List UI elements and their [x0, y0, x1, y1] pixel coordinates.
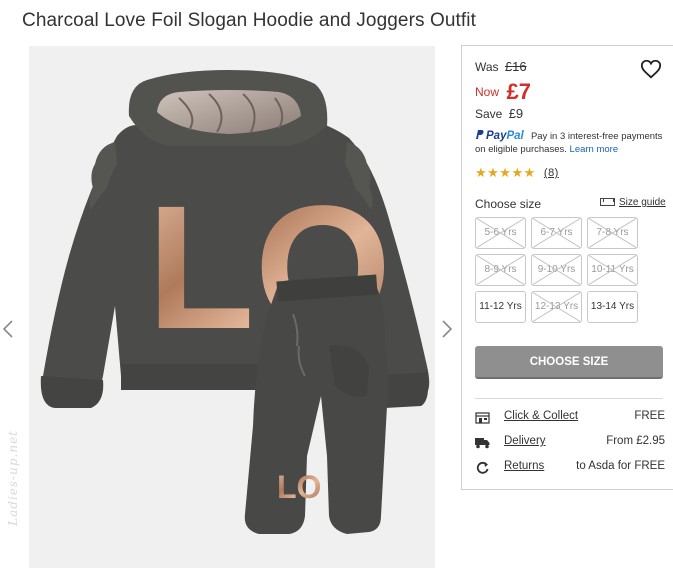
paypal-banner: PayPal Pay in 3 interest-free payments o… [475, 129, 670, 156]
wishlist-button[interactable] [640, 58, 662, 80]
size-option-13-14[interactable]: 13-14 Yrs [587, 291, 638, 323]
paypal-learn-more-link[interactable]: Learn more [570, 144, 619, 155]
was-price: Was £16 [475, 59, 527, 74]
unavailable-cross-icon [532, 255, 581, 285]
size-guide-link[interactable]: Size guide [600, 197, 666, 208]
heart-icon [640, 59, 662, 79]
returns-value: to Asda for FREE [576, 460, 665, 472]
size-option-11-12[interactable]: 11-12 Yrs [475, 291, 526, 323]
unavailable-cross-icon [532, 292, 581, 322]
delivery-row-returns: Returns to Asda for FREE [475, 460, 665, 476]
size-option-5-6[interactable]: 5-6 Yrs [475, 217, 526, 249]
watermark-text: Ladies-up.net [6, 430, 20, 526]
returns-icon [476, 461, 489, 474]
was-value: £16 [504, 59, 527, 74]
divider [475, 398, 663, 399]
now-label: Now [475, 85, 500, 99]
delivery-row-delivery: Delivery From £2.95 [475, 435, 665, 451]
save-label: Save [475, 107, 503, 121]
delivery-value: From £2.95 [606, 435, 665, 447]
delivery-row-click-collect: Click & Collect FREE [475, 410, 665, 426]
gallery-next-button[interactable] [440, 318, 454, 340]
size-option-10-11[interactable]: 10-11 Yrs [587, 254, 638, 286]
size-option-9-10[interactable]: 9-10 Yrs [531, 254, 582, 286]
product-title: Charcoal Love Foil Slogan Hoodie and Jog… [22, 10, 476, 31]
ruler-icon [600, 198, 615, 206]
truck-icon [475, 438, 490, 449]
unavailable-cross-icon [476, 218, 525, 248]
save-value: £9 [508, 106, 524, 121]
choose-size-button[interactable]: CHOOSE SIZE [475, 346, 663, 379]
store-icon [475, 412, 490, 424]
size-option-12-13[interactable]: 12-13 Yrs [531, 291, 582, 323]
product-photo: LO LO [40, 70, 430, 534]
product-image[interactable]: LO LO [29, 46, 435, 568]
choose-size-label: Choose size [475, 197, 542, 211]
review-count-link[interactable]: (8) [544, 167, 559, 179]
paypal-logo: PayPal [475, 130, 527, 142]
unavailable-cross-icon [476, 255, 525, 285]
chevron-right-icon [442, 320, 453, 338]
size-option-8-9[interactable]: 8-9 Yrs [475, 254, 526, 286]
save-amount: Save £9 [475, 106, 523, 121]
was-label: Was [475, 60, 499, 74]
now-value: £7 [506, 79, 531, 104]
unavailable-cross-icon [532, 218, 581, 248]
rating-stars[interactable]: ★★★★★ (8) [475, 165, 559, 181]
size-option-7-8[interactable]: 7-8 Yrs [587, 217, 638, 249]
size-option-6-7[interactable]: 6-7 Yrs [531, 217, 582, 249]
click-collect-value: FREE [634, 410, 665, 422]
paypal-icon [476, 130, 484, 139]
click-collect-link[interactable]: Click & Collect [504, 410, 578, 422]
unavailable-cross-icon [588, 218, 637, 248]
unavailable-cross-icon [588, 255, 637, 285]
gallery-prev-button[interactable] [1, 318, 15, 340]
joggers-print-text: LO [277, 469, 321, 505]
size-options: 5-6 Yrs 6-7 Yrs 7-8 Yrs 8-9 Yrs 9-10 Yrs… [475, 217, 641, 323]
product-info-panel: Was £16 Now £7 Save £9 PayPal Pay in 3 i… [461, 45, 673, 490]
returns-link[interactable]: Returns [504, 460, 544, 472]
delivery-link[interactable]: Delivery [504, 435, 546, 447]
chevron-left-icon [2, 320, 13, 338]
now-price: Now £7 [475, 79, 531, 105]
star-icons: ★★★★★ [475, 165, 536, 180]
